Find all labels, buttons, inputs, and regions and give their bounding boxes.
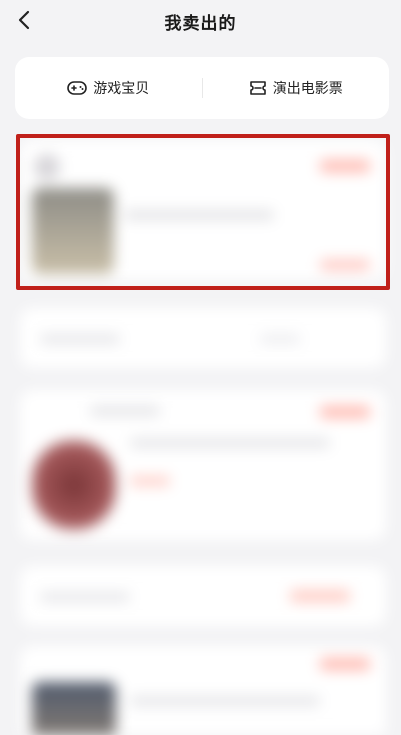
product-thumbnail: [32, 440, 116, 530]
product-title-placeholder: [130, 696, 320, 706]
filter-show-movie-tickets[interactable]: 演出电影票: [203, 57, 390, 119]
order-card[interactable]: [20, 390, 386, 540]
status-badge: [320, 406, 370, 418]
top-bar: 我卖出的: [0, 0, 401, 44]
product-title-placeholder: [130, 438, 330, 448]
status-badge: [320, 160, 370, 172]
filter-game-items[interactable]: 游戏宝贝: [15, 57, 202, 119]
product-thumbnail: [32, 682, 116, 735]
ticket-icon: [249, 81, 266, 95]
filter-game-items-label: 游戏宝贝: [93, 81, 150, 97]
price-placeholder: [130, 476, 170, 486]
product-thumbnail: [32, 188, 114, 274]
row-text-placeholder: [40, 592, 130, 602]
gamepad-icon: [67, 81, 88, 95]
price-placeholder: [320, 260, 370, 270]
status-badge: [320, 658, 370, 670]
row-value-placeholder: [260, 334, 300, 344]
row-action-placeholder: [290, 590, 350, 602]
order-card[interactable]: [20, 566, 386, 626]
order-card[interactable]: [20, 308, 386, 368]
sold-orders-list: [0, 130, 401, 735]
filter-show-movie-tickets-label: 演出电影票: [272, 81, 343, 97]
row-text-placeholder: [40, 334, 120, 344]
seller-name-placeholder: [90, 406, 160, 416]
order-card[interactable]: [20, 646, 386, 735]
avatar: [34, 154, 60, 180]
product-title-placeholder: [124, 210, 274, 220]
category-filter-card: 游戏宝贝 演出电影票: [15, 57, 389, 119]
order-card[interactable]: [20, 140, 386, 280]
page-title: 我卖出的: [164, 14, 237, 34]
